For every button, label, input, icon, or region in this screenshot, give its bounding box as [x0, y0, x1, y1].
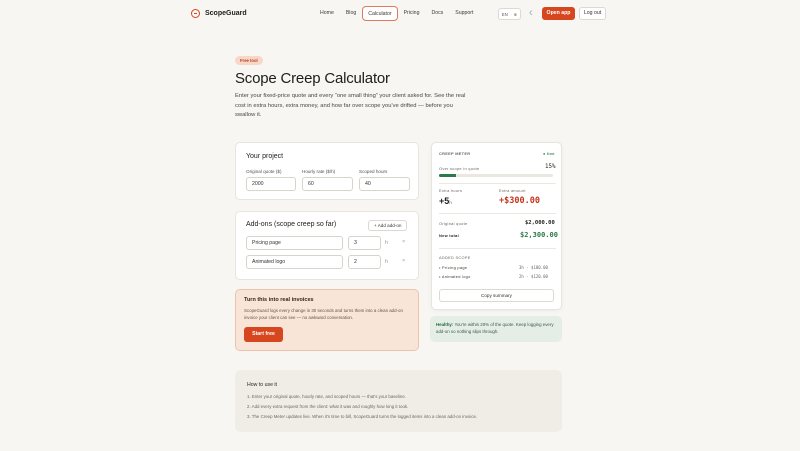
- page-title: Scope Creep Calculator: [235, 70, 390, 87]
- divider: [439, 248, 556, 249]
- addons-card: Add-ons (scope creep so far) + Add add-o…: [235, 211, 419, 280]
- extra-hours-value-wrap: +5h: [439, 196, 452, 206]
- nav-link-blog[interactable]: Blog: [340, 6, 362, 21]
- added-item-detail: 2h · $120.00: [519, 274, 548, 279]
- open-app-button[interactable]: Open app: [542, 7, 575, 20]
- remove-addon-icon[interactable]: ×: [402, 239, 405, 245]
- nav-link-support[interactable]: Support: [449, 6, 479, 21]
- new-total-value: $2,300.00: [520, 231, 558, 239]
- language-code: EN: [501, 11, 508, 17]
- added-item-label: Animated logo: [441, 274, 471, 279]
- divider: [439, 183, 556, 184]
- hours-label: Scoped hours: [359, 169, 388, 174]
- addon-name-input[interactable]: Pricing page: [246, 236, 343, 250]
- hours-input[interactable]: 40: [359, 177, 410, 191]
- health-status: Healthy: You're within 20% of the quote.…: [430, 316, 562, 342]
- nav-link-docs[interactable]: Docs: [425, 6, 449, 21]
- rate-label: Hourly rate ($/h): [302, 169, 336, 174]
- addon-hours-unit: h: [385, 240, 389, 246]
- health-text: You're within 20% of the quote. Keep log…: [436, 322, 554, 334]
- added-item-detail: 3h · $180.00: [519, 265, 548, 270]
- cta-text: ScopeGuard logs every change in 30 secon…: [244, 308, 403, 320]
- cta-title: Turn this into real invoices: [244, 297, 314, 303]
- logo-icon: [191, 9, 200, 18]
- copy-summary-button[interactable]: Copy summary: [439, 289, 554, 302]
- moon-icon[interactable]: ☾: [527, 9, 537, 19]
- added-scope-heading: ADDED SCOPE: [439, 255, 471, 260]
- start-free-button[interactable]: Start free: [244, 327, 283, 342]
- remove-addon-icon[interactable]: ×: [402, 258, 405, 264]
- add-addon-button[interactable]: + Add add-on: [368, 220, 408, 231]
- brand-logo[interactable]: ScopeGuard: [191, 9, 247, 18]
- added-item-name: • Animated logo: [439, 274, 471, 279]
- live-indicator: ● live: [543, 151, 555, 156]
- top-nav: ScopeGuard Home Blog Calculator Pricing …: [0, 0, 800, 28]
- free-tool-badge: Free tool: [235, 56, 263, 65]
- addon-hours-unit: h: [385, 259, 389, 265]
- project-card: Your project Original quote ($) 2000 Hou…: [235, 142, 419, 200]
- addons-title: Add-ons (scope creep so far): [246, 221, 337, 228]
- over-scope-progress-fill: [439, 174, 457, 177]
- quote-input[interactable]: 2000: [246, 177, 296, 191]
- over-scope-value: 15%: [545, 164, 556, 170]
- language-select[interactable]: EN ⊕: [498, 8, 521, 20]
- new-total-label: New total: [439, 233, 459, 238]
- how-to-step: 2. Add every extra request from the clie…: [247, 404, 409, 409]
- extra-amount-label: Extra amount: [499, 188, 526, 193]
- addon-hours-input[interactable]: 3: [348, 236, 381, 250]
- extra-hours-label: Extra hours: [439, 188, 463, 193]
- how-to-title: How to use it: [247, 382, 277, 388]
- rate-input[interactable]: 60: [302, 177, 353, 191]
- meter-heading: CREEP METER: [439, 151, 471, 156]
- invoice-cta: Turn this into real invoices ScopeGuard …: [235, 289, 419, 351]
- extra-hours-unit: h: [449, 200, 452, 205]
- addon-name-input[interactable]: Animated logo: [246, 255, 343, 269]
- intro-text: Enter your fixed-price quote and every “…: [235, 93, 466, 118]
- globe-icon: ⊕: [513, 11, 518, 17]
- original-quote-label: Original quote: [439, 221, 468, 226]
- project-title: Your project: [246, 153, 284, 160]
- over-scope-label: Over scope in quote: [439, 166, 480, 171]
- added-item-label: Pricing page: [442, 265, 468, 270]
- how-to-step: 3. The Creep Meter updates live. When it…: [247, 414, 478, 419]
- nav-link-calculator[interactable]: Calculator: [362, 6, 398, 21]
- divider: [439, 213, 556, 214]
- over-scope-progress: [439, 174, 553, 177]
- brand-name: ScopeGuard: [205, 10, 247, 17]
- health-label: Healthy:: [436, 322, 454, 327]
- addon-hours-input[interactable]: 2: [348, 255, 381, 269]
- original-quote-value: $2,000.00: [525, 220, 555, 226]
- extra-hours-value: +5: [439, 196, 450, 206]
- how-to-step: 1. Enter your original quote, hourly rat…: [247, 394, 406, 399]
- nav-link-home[interactable]: Home: [314, 6, 340, 21]
- nav-link-pricing[interactable]: Pricing: [398, 6, 426, 21]
- creep-meter: CREEP METER ● live Over scope in quote 1…: [431, 142, 562, 310]
- nav-links: Home Blog Calculator Pricing Docs Suppor…: [314, 6, 479, 21]
- logout-button[interactable]: Log out: [579, 7, 606, 20]
- quote-label: Original quote ($): [246, 169, 282, 174]
- how-to-section: How to use it 1. Enter your original quo…: [235, 370, 562, 432]
- extra-amount-value: +$300.00: [499, 196, 540, 206]
- added-item-name: • Pricing page: [439, 265, 468, 270]
